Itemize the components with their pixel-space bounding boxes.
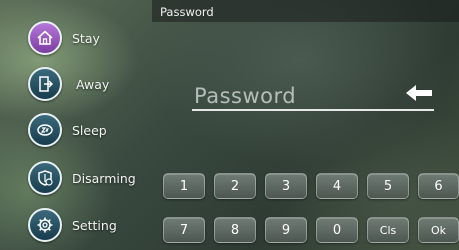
key-9[interactable]: 9: [265, 217, 307, 243]
ok-button[interactable]: Ok: [418, 217, 459, 243]
sidebar-item-away[interactable]: Away: [28, 66, 109, 102]
password-underline: [192, 109, 434, 111]
sidebar-item-sleep[interactable]: Sleep: [28, 112, 107, 148]
sidebar-item-stay[interactable]: Stay: [28, 20, 100, 56]
key-6[interactable]: 6: [418, 173, 459, 199]
sidebar-item-label: Stay: [72, 30, 100, 46]
key-8[interactable]: 8: [214, 217, 256, 243]
sidebar-item-label: Sleep: [72, 122, 107, 138]
key-4[interactable]: 4: [316, 173, 358, 199]
sidebar-item-setting[interactable]: Setting: [28, 207, 117, 243]
gear-icon: [28, 208, 62, 242]
clear-button[interactable]: Cls: [367, 217, 409, 243]
key-5[interactable]: 5: [367, 173, 409, 199]
shield-icon: [28, 161, 62, 195]
sidebar-item-label: Disarming: [72, 170, 136, 186]
sidebar-item-disarming[interactable]: Disarming: [28, 160, 136, 196]
key-2[interactable]: 2: [214, 173, 256, 199]
backspace-icon[interactable]: [404, 82, 434, 104]
sidebar-item-label: Setting: [72, 217, 117, 233]
sleep-icon: [28, 113, 62, 147]
mode-sidebar: Stay Away Sleep Disarming Setting: [0, 0, 152, 250]
sidebar-item-label: Away: [76, 76, 110, 92]
key-3[interactable]: 3: [265, 173, 307, 199]
key-7[interactable]: 7: [163, 217, 205, 243]
key-1[interactable]: 1: [163, 173, 205, 199]
home-icon: [28, 21, 62, 55]
door-exit-icon: [28, 67, 62, 101]
page-title: Password: [160, 5, 214, 19]
password-input[interactable]: Password: [194, 84, 296, 108]
key-0[interactable]: 0: [316, 217, 358, 243]
